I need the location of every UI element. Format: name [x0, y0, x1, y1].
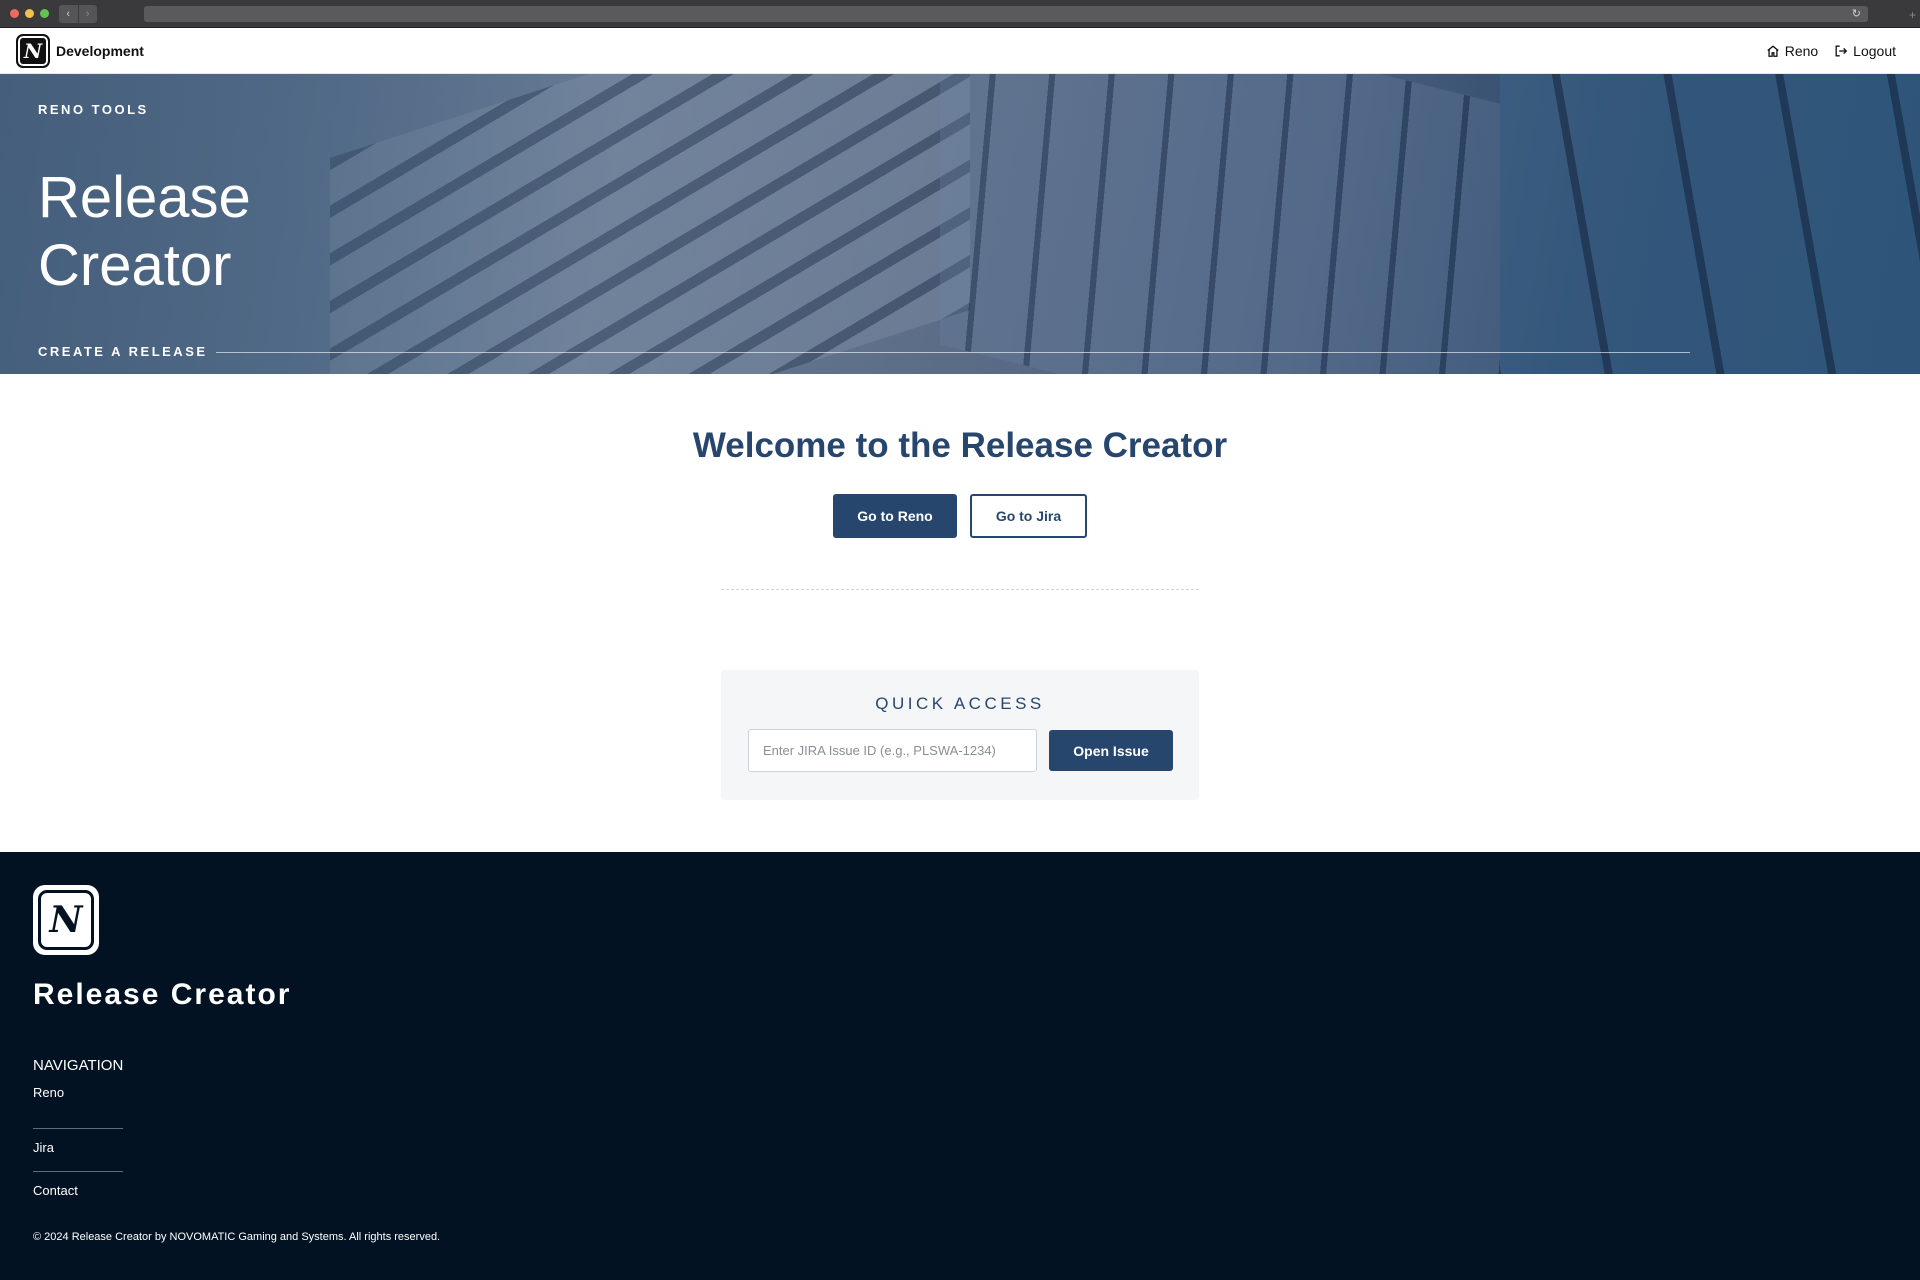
go-to-reno-button[interactable]: Go to Reno [833, 494, 957, 538]
open-issue-button[interactable]: Open Issue [1049, 730, 1173, 771]
footer-link-reno[interactable]: Reno [33, 1085, 64, 1100]
footer: N Release Creator NAVIGATION Reno Jira C… [0, 852, 1920, 1280]
footer-nav-heading: NAVIGATION [33, 1057, 124, 1074]
footer-logo-icon: N [33, 885, 99, 955]
footer-logo-letter: N [38, 890, 94, 950]
minimize-window-button[interactable] [25, 9, 34, 18]
nav-link-reno[interactable]: Reno [1766, 43, 1818, 59]
section-divider [721, 589, 1199, 590]
hero-title: Release Creator [38, 165, 251, 298]
browser-toolbar: ‹ › ↻ + [0, 0, 1920, 28]
nav-link-logout-label: Logout [1853, 42, 1896, 59]
nav-link-reno-label: Reno [1784, 42, 1819, 59]
footer-link-contact[interactable]: Contact [33, 1183, 78, 1198]
hero-banner: RENO TOOLS Release Creator CREATE A RELE… [0, 74, 1920, 374]
top-navbar: N Development Reno Logout [0, 28, 1920, 74]
quick-access-title: QUICK ACCESS [875, 694, 1045, 713]
page: N Development Reno Logout RENO TOOLS Rel… [0, 28, 1920, 1280]
footer-nav-list: Reno Jira Contact [33, 1085, 123, 1214]
footer-title: Release Creator [33, 978, 292, 1011]
quick-access-panel: QUICK ACCESS Open Issue [721, 670, 1199, 800]
welcome-heading: Welcome to the Release Creator [692, 426, 1228, 465]
brand-label[interactable]: Development [56, 43, 144, 59]
hero-subtitle: CREATE A RELEASE [38, 344, 208, 359]
back-icon[interactable]: ‹ [59, 5, 78, 23]
reload-icon[interactable]: ↻ [1852, 7, 1861, 20]
nav-link-logout[interactable]: Logout [1834, 43, 1896, 59]
novomatic-logo-icon[interactable]: N [16, 33, 50, 68]
hero-divider-line [216, 352, 1690, 353]
go-to-jira-button[interactable]: Go to Jira [970, 494, 1087, 538]
copyright-text: © 2024 Release Creator by NOVOMATIC Gami… [33, 1231, 441, 1243]
top-nav-links: Reno Logout [1766, 43, 1904, 59]
history-nav: ‹ › [59, 5, 97, 23]
jira-issue-input[interactable] [748, 729, 1037, 772]
home-icon [1767, 44, 1779, 57]
hero-eyebrow: RENO TOOLS [38, 102, 149, 117]
new-tab-icon[interactable]: + [1909, 8, 1916, 22]
logout-icon [1835, 45, 1848, 56]
close-window-button[interactable] [10, 9, 19, 18]
forward-icon[interactable]: › [78, 5, 97, 23]
address-bar[interactable]: ↻ [144, 6, 1868, 22]
main-content: Welcome to the Release Creator Go to Ren… [0, 374, 1920, 852]
footer-link-jira[interactable]: Jira [33, 1140, 54, 1155]
maximize-window-button[interactable] [40, 9, 49, 18]
